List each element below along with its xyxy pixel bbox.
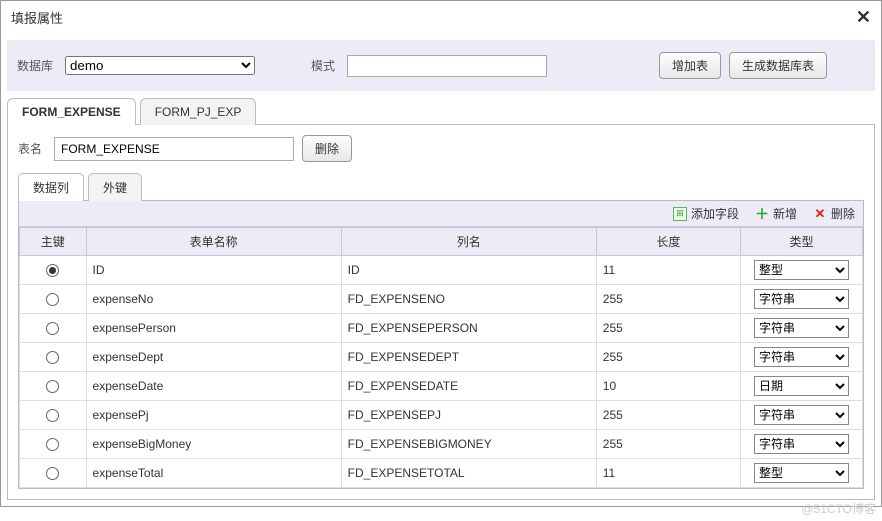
add-field-icon: ⊞: [673, 207, 687, 221]
cell-length: 255: [596, 401, 740, 430]
cell-col-name: FD_EXPENSENO: [341, 285, 596, 314]
cell-length: 10: [596, 372, 740, 401]
form-tab-body: 表名 删除 数据列外键 ⊞ 添加字段 ＋ 新增 ✕: [7, 125, 875, 500]
type-select[interactable]: 整型字符串日期: [754, 405, 849, 425]
db-label: 数据库: [17, 57, 53, 74]
cell-col-name: FD_EXPENSEBIGMONEY: [341, 430, 596, 459]
generate-db-table-button[interactable]: 生成数据库表: [729, 52, 827, 79]
table-name-input[interactable]: [54, 137, 294, 161]
add-field-button[interactable]: ⊞ 添加字段: [673, 205, 739, 222]
cell-form-name: expensePj: [86, 401, 341, 430]
header-type: 类型: [740, 228, 862, 256]
cell-form-name: expenseTotal: [86, 459, 341, 488]
table-row[interactable]: expensePersonFD_EXPENSEPERSON255 整型字符串日期: [20, 314, 863, 343]
cell-length: 11: [596, 459, 740, 488]
grid-panel: ⊞ 添加字段 ＋ 新增 ✕ 删除 主键: [18, 201, 864, 489]
pk-radio[interactable]: [46, 293, 59, 306]
header-length: 长度: [596, 228, 740, 256]
cell-length: 255: [596, 343, 740, 372]
delete-table-button[interactable]: 删除: [302, 135, 352, 162]
pk-radio[interactable]: [46, 467, 59, 480]
cell-col-name: FD_EXPENSETOTAL: [341, 459, 596, 488]
mode-label: 模式: [311, 57, 335, 74]
pk-radio[interactable]: [46, 409, 59, 422]
type-select[interactable]: 整型字符串日期: [754, 260, 849, 280]
delete-row-button[interactable]: ✕ 删除: [813, 205, 855, 222]
cell-form-name: expenseBigMoney: [86, 430, 341, 459]
dialog: 填报属性 ✕ 数据库 demo 模式 增加表 生成数据库表 FORM_EXPEN…: [0, 0, 882, 507]
new-row-button[interactable]: ＋ 新增: [755, 205, 797, 222]
type-select[interactable]: 整型字符串日期: [754, 434, 849, 454]
add-field-label: 添加字段: [691, 205, 739, 222]
cell-col-name: ID: [341, 256, 596, 285]
cell-col-name: FD_EXPENSEDEPT: [341, 343, 596, 372]
pk-radio[interactable]: [46, 380, 59, 393]
watermark: @51CTO博客: [801, 500, 876, 517]
table-row[interactable]: expenseBigMoneyFD_EXPENSEBIGMONEY255 整型字符…: [20, 430, 863, 459]
new-row-label: 新增: [773, 205, 797, 222]
table-row[interactable]: expenseNoFD_EXPENSENO255 整型字符串日期: [20, 285, 863, 314]
table-row[interactable]: IDID11整型字符串日期: [20, 256, 863, 285]
cell-form-name: ID: [86, 256, 341, 285]
type-select[interactable]: 整型字符串日期: [754, 347, 849, 367]
pk-radio[interactable]: [46, 351, 59, 364]
pk-radio[interactable]: [46, 322, 59, 335]
top-toolbar: 数据库 demo 模式 增加表 生成数据库表: [7, 40, 875, 91]
cell-col-name: FD_EXPENSEPJ: [341, 401, 596, 430]
type-select[interactable]: 整型字符串日期: [754, 376, 849, 396]
cell-length: 255: [596, 285, 740, 314]
cell-form-name: expensePerson: [86, 314, 341, 343]
cell-form-name: expenseNo: [86, 285, 341, 314]
type-select[interactable]: 整型字符串日期: [754, 289, 849, 309]
columns-table: 主键 表单名称 列名 长度 类型 IDID11整型字符串日期expenseNoF…: [19, 227, 863, 488]
delete-row-label: 删除: [831, 205, 855, 222]
table-row[interactable]: expenseDeptFD_EXPENSEDEPT255 整型字符串日期: [20, 343, 863, 372]
type-select[interactable]: 整型字符串日期: [754, 318, 849, 338]
inner-tab-1[interactable]: 外键: [88, 173, 142, 201]
cell-form-name: expenseDate: [86, 372, 341, 401]
table-row[interactable]: expensePjFD_EXPENSEPJ255 整型字符串日期: [20, 401, 863, 430]
close-icon[interactable]: ✕: [856, 7, 871, 28]
header-form-name: 表单名称: [86, 228, 341, 256]
grid-toolbar: ⊞ 添加字段 ＋ 新增 ✕ 删除: [19, 201, 863, 227]
type-select[interactable]: 整型字符串日期: [754, 463, 849, 483]
dialog-header: 填报属性 ✕: [1, 1, 881, 34]
inner-tab-0[interactable]: 数据列: [18, 173, 84, 201]
table-name-label: 表名: [18, 140, 42, 157]
cell-length: 11: [596, 256, 740, 285]
cell-length: 255: [596, 314, 740, 343]
form-tab-1[interactable]: FORM_PJ_EXP: [140, 98, 257, 125]
table-name-row: 表名 删除: [18, 135, 864, 162]
form-tab-bar: FORM_EXPENSEFORM_PJ_EXP: [7, 97, 875, 125]
database-select[interactable]: demo: [65, 56, 255, 75]
cell-form-name: expenseDept: [86, 343, 341, 372]
form-tab-0[interactable]: FORM_EXPENSE: [7, 98, 136, 125]
cell-col-name: FD_EXPENSEDATE: [341, 372, 596, 401]
dialog-title: 填报属性: [11, 8, 63, 27]
column-tab-bar: 数据列外键: [18, 172, 864, 201]
delete-icon: ✕: [813, 207, 827, 221]
plus-icon: ＋: [755, 207, 769, 221]
header-pk: 主键: [20, 228, 87, 256]
pk-radio[interactable]: [46, 438, 59, 451]
table-header-row: 主键 表单名称 列名 长度 类型: [20, 228, 863, 256]
mode-input[interactable]: [347, 55, 547, 77]
add-table-button[interactable]: 增加表: [659, 52, 721, 79]
cell-length: 255: [596, 430, 740, 459]
header-col-name: 列名: [341, 228, 596, 256]
table-row[interactable]: expenseTotalFD_EXPENSETOTAL11 整型字符串日期: [20, 459, 863, 488]
pk-radio[interactable]: [46, 264, 59, 277]
cell-col-name: FD_EXPENSEPERSON: [341, 314, 596, 343]
form-tabs-container: FORM_EXPENSEFORM_PJ_EXP 表名 删除 数据列外键 ⊞ 添加…: [7, 97, 875, 500]
table-row[interactable]: expenseDateFD_EXPENSEDATE10 整型字符串日期: [20, 372, 863, 401]
